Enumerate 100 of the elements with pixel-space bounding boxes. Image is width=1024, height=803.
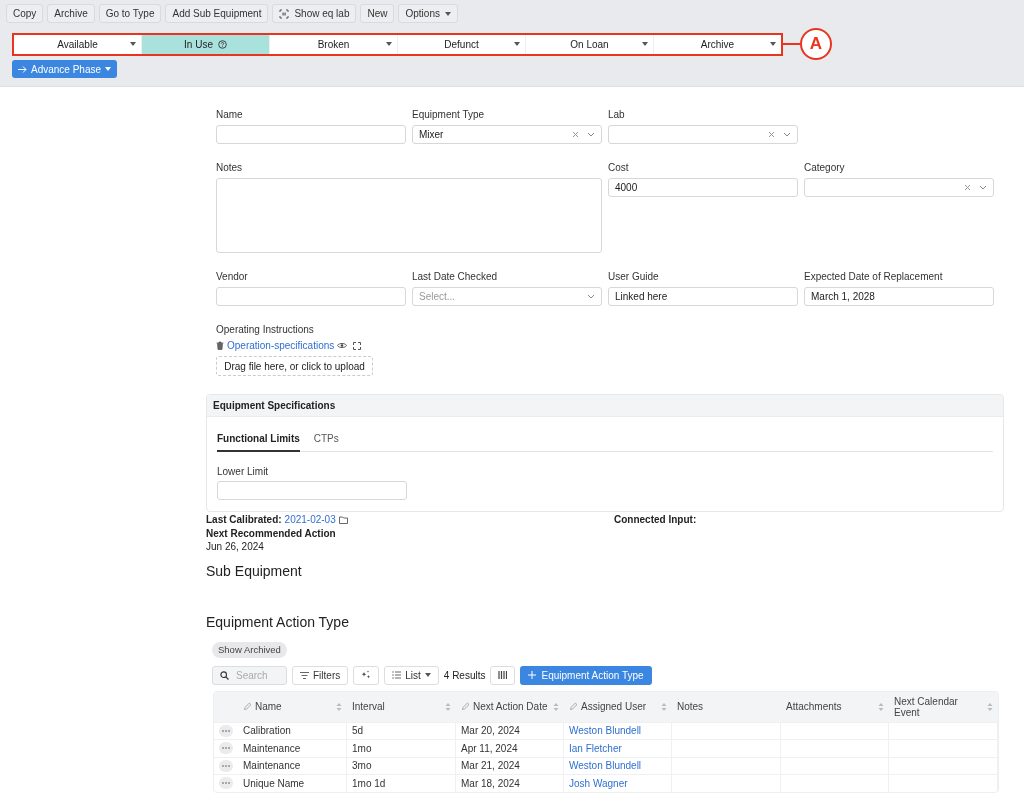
column-header-cell-text: Notes	[676, 700, 705, 714]
toolbar-button[interactable]: Show eq lab	[272, 4, 357, 23]
list-icon	[392, 671, 402, 679]
table-cell: 1mo	[347, 739, 456, 757]
section-heading: Sub Equipment	[206, 561, 302, 581]
row-menu-button[interactable]	[219, 759, 233, 772]
pencil-icon	[461, 702, 470, 711]
date-link[interactable]: 2021-02-03	[284, 513, 336, 527]
column-header-cell: Next Calendar Event	[889, 691, 998, 722]
field-label: Expected Date of Replacement	[804, 271, 944, 283]
panel-header: Equipment Specifications	[207, 395, 1003, 417]
toolbar-button[interactable]: Add Sub Equipment	[165, 4, 269, 23]
field-label: Name	[216, 109, 244, 121]
options-menu-button[interactable]: Options	[398, 4, 458, 23]
table-cell: Maintenance	[238, 739, 347, 757]
show-archived-toggle[interactable]: Show Archived	[212, 641, 287, 658]
table-cell: Mar 21, 2024	[456, 756, 564, 774]
field-label: User Guide	[608, 271, 660, 283]
chevron-down-icon	[587, 294, 595, 299]
info-value: Jun 26, 2024	[206, 540, 265, 554]
upload-dropzone[interactable]: Drag file here, or click to upload	[216, 356, 373, 376]
columns-button[interactable]	[490, 665, 516, 685]
file-link[interactable]: Operation-specifications	[227, 340, 335, 351]
caret-icon	[105, 67, 112, 71]
callout-badge: A	[800, 28, 832, 60]
table-cell: Mar 20, 2024	[456, 721, 564, 739]
caret-icon	[514, 42, 520, 46]
plus-icon	[528, 671, 537, 679]
table-cell: Mar 18, 2024	[456, 774, 564, 792]
trash-icon	[216, 341, 224, 350]
arrow-right-icon	[18, 65, 27, 73]
sparkle-icon	[361, 670, 372, 680]
eye-icon	[337, 342, 348, 349]
field-label: Cost	[608, 162, 630, 174]
ellipsis-icon	[222, 782, 230, 785]
add-action-type-button[interactable]: Equipment Action Type	[520, 665, 652, 685]
select-field[interactable]: Mixer	[412, 125, 602, 144]
filters-button[interactable]: Filters	[292, 665, 349, 685]
caret-icon	[424, 673, 431, 677]
toolbar-button[interactable]: Go to Type	[98, 4, 162, 23]
table-cell: Unique Name	[238, 774, 347, 792]
column-header-cell: Name	[238, 691, 347, 722]
toolbar-button[interactable]: Copy	[6, 4, 44, 23]
row-menu-button[interactable]	[219, 777, 233, 790]
row-menu-button[interactable]	[219, 724, 233, 737]
pencil-icon	[569, 702, 578, 711]
info-label: Last Calibrated:	[206, 513, 282, 527]
table-cell: Apr 11, 2024	[456, 739, 564, 757]
field-label: Last Date Checked	[412, 271, 499, 283]
pencil-icon	[243, 702, 252, 711]
field-label: Notes	[216, 162, 244, 174]
toolbar-button[interactable]: New	[360, 4, 395, 23]
select-field[interactable]	[804, 178, 994, 197]
text-field[interactable]: 4000	[608, 178, 798, 197]
sort-icon	[878, 701, 884, 712]
ellipsis-icon	[222, 747, 230, 750]
text-field[interactable]	[216, 125, 406, 144]
field-label: Operating Instructions	[216, 324, 315, 336]
column-header-cell: Assigned User	[564, 691, 672, 722]
column-header-cell: Next Action Date	[456, 691, 564, 722]
advance-phase-button[interactable]: Advance Phase	[12, 60, 118, 78]
notes-field[interactable]	[216, 178, 602, 253]
table-cell: 5d	[347, 721, 456, 739]
user-link[interactable]: Weston Blundell	[569, 760, 642, 772]
view-menu-button[interactable]: List	[384, 665, 439, 685]
ellipsis-icon	[222, 764, 230, 767]
text-field[interactable]: Linked here	[608, 287, 798, 306]
tab[interactable]: Functional Limits	[217, 429, 300, 452]
clear-icon	[964, 184, 971, 191]
caret-icon	[770, 42, 776, 46]
row-menu-button[interactable]	[219, 742, 233, 755]
sort-icon	[987, 701, 993, 712]
user-link[interactable]: Ian Fletcher	[569, 742, 622, 754]
expand-icon	[353, 341, 362, 350]
info-label: Next Recommended Action	[206, 527, 336, 539]
caret-icon	[444, 11, 451, 16]
clear-icon	[768, 131, 775, 138]
text-field[interactable]	[217, 481, 407, 500]
chevron-down-icon	[979, 185, 987, 190]
field-label: Vendor	[216, 271, 249, 283]
folder-icon	[338, 515, 348, 524]
scan-icon	[279, 8, 290, 19]
field-label: Category	[804, 162, 846, 174]
text-field[interactable]	[216, 287, 406, 306]
sort-icon	[661, 701, 667, 712]
search-field[interactable]: Search	[212, 665, 287, 685]
user-link[interactable]: Josh Wagner	[569, 777, 628, 789]
phase-segment[interactable]: In Use	[142, 34, 270, 54]
section-heading: Equipment Action Type	[206, 612, 349, 632]
tab[interactable]: CTPs	[313, 429, 339, 452]
text-field[interactable]: March 1, 2028	[804, 287, 994, 306]
ai-button[interactable]	[353, 665, 380, 685]
column-header-cell: Interval	[347, 691, 456, 722]
caret-icon	[642, 42, 648, 46]
user-link[interactable]: Weston Blundell	[569, 725, 642, 737]
table-cell: Calibration	[238, 721, 347, 739]
toolbar-button[interactable]: Archive	[47, 4, 95, 23]
select-field[interactable]	[608, 125, 798, 144]
field-label: Lab	[608, 109, 626, 121]
caret-icon	[130, 42, 136, 46]
